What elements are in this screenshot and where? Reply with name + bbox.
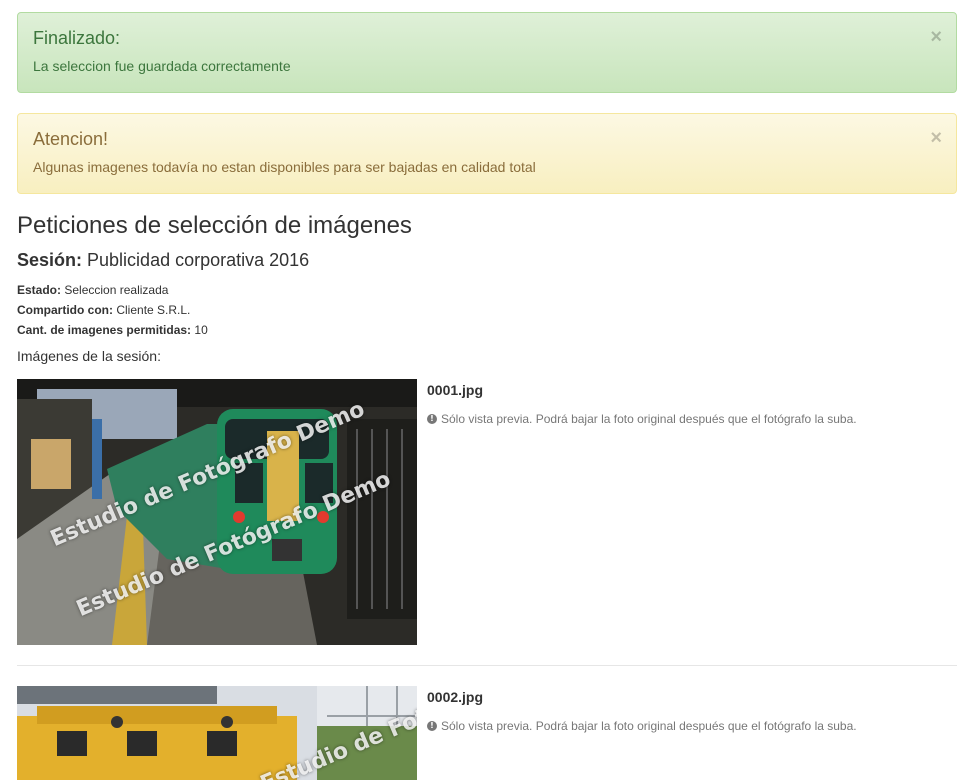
images-section-label: Imágenes de la sesión:: [17, 348, 161, 364]
session-heading: Sesión: Publicidad corporativa 2016: [17, 248, 309, 272]
success-alert: Finalizado: La seleccion fue guardada co…: [17, 12, 957, 93]
detail-label: Estado:: [17, 283, 62, 297]
success-alert-text: La seleccion fue guardada correctamente: [33, 58, 291, 74]
image-filename: 0001.jpg: [427, 382, 484, 398]
detail-status: Estado: Seleccion realizada: [17, 282, 168, 298]
close-icon[interactable]: ×: [930, 128, 942, 148]
detail-value: Cliente S.R.L.: [116, 303, 191, 317]
preview-note-text: Sólo vista previa. Podrá bajar la foto o…: [441, 719, 857, 733]
divider: [17, 665, 957, 666]
preview-note-text: Sólo vista previa. Podrá bajar la foto o…: [441, 412, 857, 426]
preview-note: ! Sólo vista previa. Podrá bajar la foto…: [427, 718, 857, 734]
detail-allowed-count: Cant. de imagenes permitidas: 10: [17, 322, 208, 338]
detail-label: Compartido con:: [17, 303, 113, 317]
image-thumbnail-0001[interactable]: Estudio de Fotógrafo Demo Estudio de Fot…: [17, 379, 417, 645]
success-alert-title: Finalizado:: [33, 28, 121, 48]
detail-label: Cant. de imagenes permitidas:: [17, 323, 192, 337]
detail-shared-with: Compartido con: Cliente S.R.L.: [17, 302, 190, 318]
preview-note: ! Sólo vista previa. Podrá bajar la foto…: [427, 411, 857, 427]
info-circle-icon: !: [427, 414, 437, 424]
close-icon[interactable]: ×: [930, 27, 942, 47]
page-title: Peticiones de selección de imágenes: [17, 212, 412, 239]
image-filename: 0002.jpg: [427, 689, 484, 705]
image-thumbnail-0002[interactable]: Estudio de Fotógrafo Demo: [17, 686, 417, 780]
session-name: Publicidad corporativa 2016: [87, 250, 310, 270]
warning-alert: Atencion! Algunas imagenes todavía no es…: [17, 113, 957, 194]
detail-value: Seleccion realizada: [64, 283, 169, 297]
session-label: Sesión:: [17, 250, 83, 270]
info-circle-icon: !: [427, 721, 437, 731]
page: Finalizado: La seleccion fue guardada co…: [0, 0, 972, 780]
detail-value: 10: [194, 323, 208, 337]
warning-alert-title: Atencion!: [33, 129, 109, 149]
warning-alert-text: Algunas imagenes todavía no estan dispon…: [33, 159, 536, 175]
